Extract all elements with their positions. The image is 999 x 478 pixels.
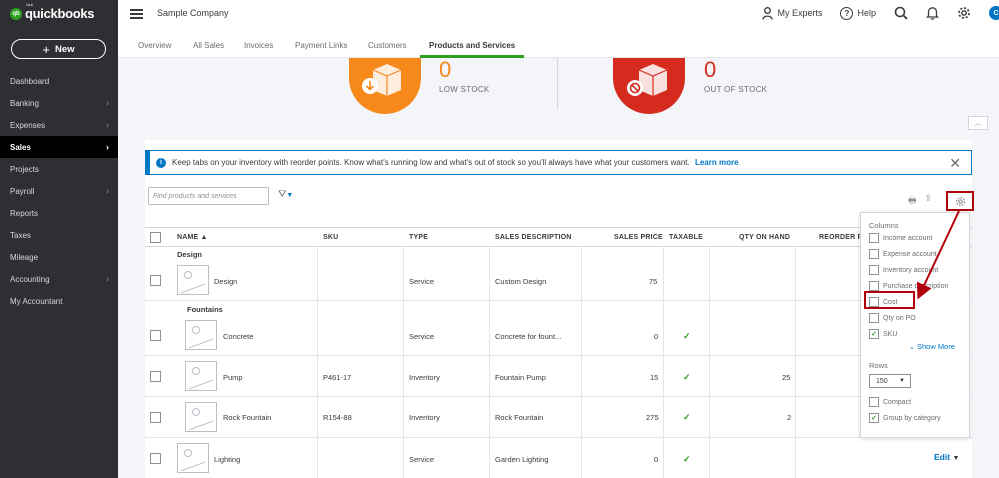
annotation-arrow — [917, 210, 960, 300]
